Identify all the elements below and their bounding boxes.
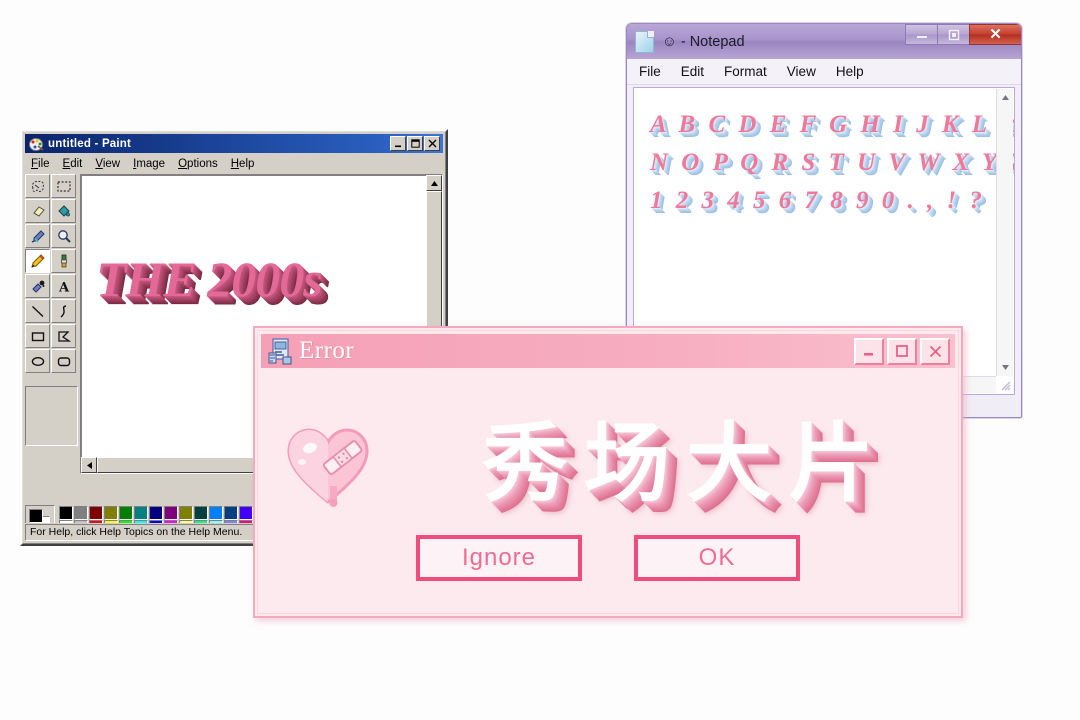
paint-maximize-button[interactable]: [407, 136, 423, 151]
color-swatch[interactable]: [134, 506, 148, 520]
error-dialog-title: Error: [299, 337, 355, 364]
notepad-close-button[interactable]: ✕: [969, 24, 1021, 45]
paint-scroll-up-button[interactable]: [426, 175, 442, 191]
paint-minimize-button[interactable]: [390, 136, 406, 151]
paint-palette-row-top: [59, 506, 269, 520]
paint-menu-options[interactable]: Options: [178, 158, 218, 170]
color-swatch[interactable]: [104, 506, 118, 520]
color-swatch[interactable]: [89, 506, 103, 520]
desktop-background: untitled - Paint File Edit View Image Op…: [0, 0, 1080, 720]
notepad-minimize-button[interactable]: [905, 24, 937, 45]
paint-scroll-left-button[interactable]: [81, 457, 97, 473]
notepad-document-icon: [635, 30, 654, 53]
error-dialog-titlebar[interactable]: Error: [261, 334, 955, 368]
color-swatch[interactable]: [209, 506, 223, 520]
notepad-scroll-up-button[interactable]: [997, 89, 1014, 106]
color-swatch[interactable]: [59, 506, 73, 520]
notepad-menu-view[interactable]: View: [787, 64, 816, 79]
paint-menu-view[interactable]: View: [95, 158, 120, 170]
error-close-button[interactable]: [920, 337, 950, 365]
error-dialog-body: 秀场大片 Ignore OK: [261, 374, 955, 610]
ok-button[interactable]: OK: [634, 535, 800, 581]
notepad-text-content: A B C D E F G H I J K L M N O P Q R S T …: [650, 106, 1015, 220]
error-dialog-window-controls: [854, 337, 952, 365]
color-swatch[interactable]: [239, 506, 253, 520]
paint-vertical-scroll-thumb[interactable]: [426, 191, 442, 339]
paint-close-button[interactable]: [424, 136, 440, 151]
paint-foreground-color-swatch[interactable]: [29, 509, 43, 523]
notepad-vertical-scrollbar[interactable]: [996, 89, 1013, 376]
notepad-menu-file[interactable]: File: [639, 64, 661, 79]
color-swatch[interactable]: [74, 506, 88, 520]
notepad-menu-edit[interactable]: Edit: [681, 64, 704, 79]
canvas-artwork-text: THE 2000s: [96, 251, 323, 307]
rectangle-icon[interactable]: [25, 324, 50, 348]
notepad-menu-format[interactable]: Format: [724, 64, 767, 79]
color-picker-icon[interactable]: [25, 224, 50, 248]
paint-title-text: untitled - Paint: [48, 137, 132, 150]
paint-menubar[interactable]: File Edit View Image Options Help: [25, 155, 443, 173]
brush-icon[interactable]: [51, 249, 76, 273]
notepad-restore-button[interactable]: [937, 24, 969, 45]
notepad-text-line: A B C D E F G H I J K L M: [650, 111, 1015, 138]
error-dialog[interactable]: Error 秀场大片 Ignore OK: [253, 326, 963, 618]
paint-window-controls: [390, 136, 441, 151]
paint-menu-file[interactable]: File: [31, 158, 50, 170]
paint-tool-options[interactable]: [25, 386, 78, 446]
paint-menu-help[interactable]: Help: [231, 158, 255, 170]
svg-text:A: A: [57, 280, 69, 294]
paint-menu-edit[interactable]: Edit: [63, 158, 83, 170]
ignore-button[interactable]: Ignore: [416, 535, 582, 581]
text-tool-icon[interactable]: A: [51, 274, 76, 298]
notepad-window-controls: ✕: [905, 24, 1021, 59]
eraser-icon[interactable]: [25, 199, 50, 223]
error-maximize-button[interactable]: [887, 337, 917, 365]
rounded-rectangle-icon[interactable]: [51, 349, 76, 373]
color-swatch[interactable]: [194, 506, 208, 520]
rectangle-select-icon[interactable]: [51, 174, 76, 198]
error-dialog-actions: Ignore OK: [261, 532, 955, 584]
paint-palette-icon: [29, 137, 44, 151]
color-swatch[interactable]: [179, 506, 193, 520]
free-form-select-icon[interactable]: [25, 174, 50, 198]
paint-tool-palette[interactable]: A: [25, 174, 78, 384]
notepad-text-line: 1 2 3 4 5 6 7 8 9 0 . , ! ?: [650, 187, 986, 214]
color-swatch[interactable]: [149, 506, 163, 520]
airbrush-icon[interactable]: [25, 274, 50, 298]
installer-error-icon: [267, 337, 293, 365]
close-icon: ✕: [989, 26, 1002, 43]
notepad-resize-grip[interactable]: [998, 378, 1012, 392]
polygon-icon[interactable]: [51, 324, 76, 348]
ellipse-icon[interactable]: [25, 349, 50, 373]
paint-titlebar[interactable]: untitled - Paint: [25, 134, 443, 153]
color-swatch[interactable]: [164, 506, 178, 520]
notepad-titlebar[interactable]: ☺ - Notepad ✕: [627, 24, 1021, 59]
notepad-scroll-down-button[interactable]: [997, 359, 1014, 376]
broken-heart-bandaid-icon: [283, 422, 373, 510]
notepad-menubar[interactable]: File Edit Format View Help: [627, 59, 1021, 85]
color-swatch[interactable]: [224, 506, 238, 520]
curve-icon[interactable]: [51, 299, 76, 323]
pencil-icon[interactable]: [25, 249, 50, 273]
line-icon[interactable]: [25, 299, 50, 323]
error-minimize-button[interactable]: [854, 337, 884, 365]
notepad-text-line: N O P Q R S T U V W X Y Z: [650, 149, 1015, 176]
error-dialog-headline: 秀场大片: [482, 413, 890, 514]
fill-bucket-icon[interactable]: [51, 199, 76, 223]
paint-menu-image[interactable]: Image: [133, 158, 165, 170]
notepad-menu-help[interactable]: Help: [836, 64, 864, 79]
color-swatch[interactable]: [119, 506, 133, 520]
magnifier-icon[interactable]: [51, 224, 76, 248]
notepad-title-text: ☺ - Notepad: [662, 33, 745, 50]
